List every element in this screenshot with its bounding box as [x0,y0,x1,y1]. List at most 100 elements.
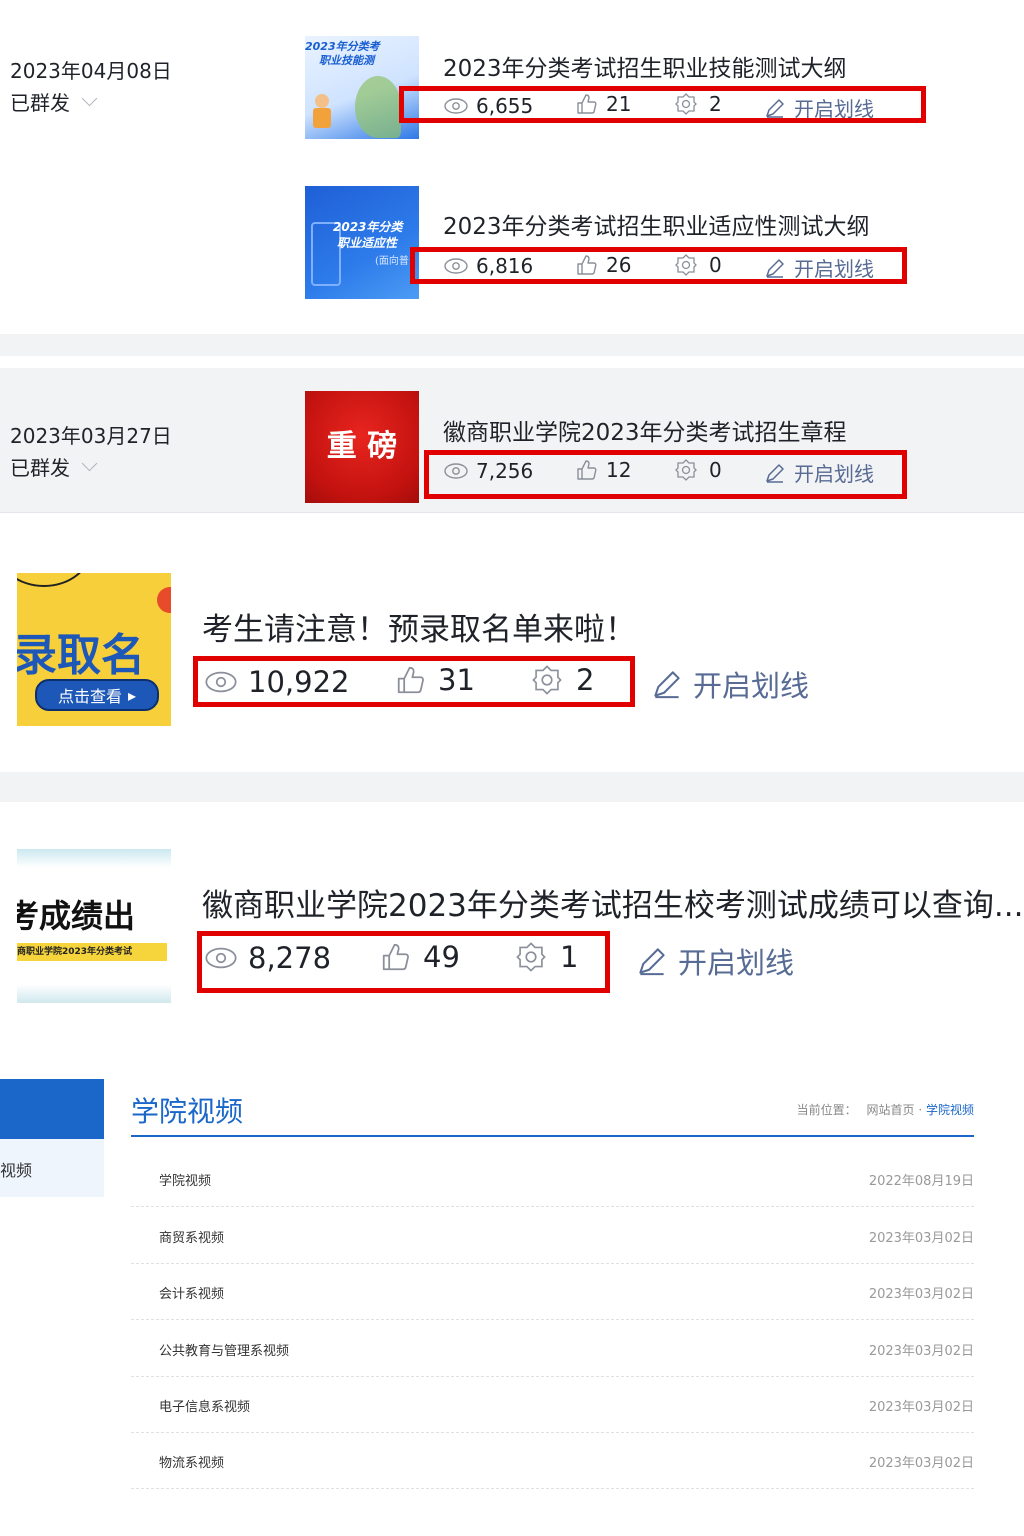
share-count-value: 0 [709,458,722,482]
eye-icon [205,671,237,693]
circle-decoration [17,573,91,587]
list-item-date: 2023年03月02日 [868,1287,974,1302]
highlight-toggle[interactable]: 开启划线 [651,663,809,705]
eye-icon [205,947,237,969]
group-date: 2023年04月08日 [10,59,172,83]
highlight-toggle-label: 开启划线 [794,257,874,281]
list-item-label[interactable]: 商贸系视频 [159,1227,224,1246]
like-count-value: 26 [606,253,632,277]
thumbnail-button: 点击查看 ▸ [35,679,159,711]
like-count-value: 49 [423,940,460,974]
breadcrumb: 当前位置： 网站首页 · 学院视频 [797,1101,974,1118]
pencil-icon [639,948,665,976]
share-gear-icon [532,665,562,695]
view-count-value: 8,278 [248,941,332,975]
article-thumbnail[interactable]: 2023年分类 职业适应性 (面向普 [305,186,419,299]
share-count-value: 0 [709,253,722,277]
article-title[interactable]: 2023年分类考试招生职业适应性测试大纲 [443,207,870,241]
list-item[interactable]: 电子信息系视频 2023年03月02日 [131,1376,974,1433]
list-item-date: 2023年03月02日 [868,1231,974,1246]
thumbnail-text: 重 磅 [326,429,398,464]
share-count[interactable]: 2 [675,92,722,116]
divider [0,512,1024,513]
list-item-label[interactable]: 会计系视频 [159,1283,224,1302]
breadcrumb-prefix: 当前位置： [796,1103,857,1117]
list-item-label[interactable]: 电子信息系视频 [159,1396,250,1415]
chevron-down-icon [81,90,98,107]
view-count-value: 6,655 [476,94,534,118]
sidebar-item-video[interactable]: 视频 [0,1157,32,1181]
list-item[interactable]: 会计系视频 2023年03月02日 [131,1263,974,1320]
chevron-down-icon [81,455,98,472]
share-count[interactable]: 0 [675,458,722,482]
share-count-value: 1 [560,940,579,974]
highlight-toggle[interactable]: 开启划线 [764,93,874,122]
thumb-up-icon [577,460,597,480]
thumb-up-icon [397,666,424,694]
sidebar-header [0,1079,104,1139]
article-title[interactable]: 2023年分类考试招生职业技能测试大纲 [443,49,847,83]
list-item-date: 2023年03月02日 [868,1344,974,1359]
share-count-value: 2 [576,663,595,697]
share-count[interactable]: 0 [675,253,722,277]
thumbnail-text: 2023年分类 [333,220,403,234]
breadcrumb-home[interactable]: 网站首页 [866,1103,914,1117]
section-separator [0,334,1024,356]
article-title[interactable]: 徽商职业学院2023年分类考试招生校考测试成绩可以查询... [202,880,1023,925]
list-item[interactable]: 物流系视频 2023年03月02日 [131,1432,974,1489]
share-count[interactable]: 1 [516,940,578,974]
highlight-toggle-label: 开启划线 [794,97,874,121]
like-count[interactable]: 12 [576,458,631,482]
article-title[interactable]: 徽商职业学院2023年分类考试招生章程 [443,413,847,447]
badge-decoration [157,587,171,613]
list-item-date: 2023年03月02日 [868,1456,974,1471]
section-title: 学院视频 [131,1095,244,1128]
article-thumbnail[interactable]: 考成绩出 商职业学院2023年分类考试 [17,849,171,1003]
article-thumbnail[interactable]: 录取名 点击查看 ▸ [17,573,171,726]
view-count: 6,816 [444,254,533,278]
article-title[interactable]: 考生请注意！预录取名单来啦！ [202,604,636,649]
like-count[interactable]: 49 [381,940,460,974]
highlight-toggle[interactable]: 开启划线 [764,253,874,282]
share-count-value: 2 [709,92,722,116]
list-item[interactable]: 学院视频 2022年08月19日 [131,1150,974,1207]
thumbnail-text: 录取名 [17,630,145,681]
like-count-value: 31 [438,663,475,697]
list-item-label[interactable]: 学院视频 [159,1170,211,1189]
group-status-label: 已群发 [10,456,70,480]
leaf-decoration [355,76,401,138]
thumbnail-text: 考成绩出 [17,897,136,935]
share-count[interactable]: 2 [532,663,594,697]
list-item-label[interactable]: 物流系视频 [159,1452,224,1471]
highlight-toggle[interactable]: 开启划线 [636,940,794,982]
view-count-value: 7,256 [476,459,534,483]
list-item[interactable]: 公共教育与管理系视频 2023年03月02日 [131,1320,974,1377]
view-count-value: 6,816 [476,254,534,278]
breadcrumb-current[interactable]: 学院视频 [926,1103,974,1117]
section-separator [0,772,1024,802]
list-item-date: 2022年08月19日 [868,1174,974,1189]
list-item-label[interactable]: 公共教育与管理系视频 [159,1340,289,1359]
like-count-value: 12 [606,458,632,482]
share-gear-icon [516,942,546,972]
thumb-up-icon [577,94,597,114]
list-item-date: 2023年03月02日 [868,1400,974,1415]
pencil-icon [766,463,784,483]
like-count[interactable]: 26 [576,253,631,277]
eye-icon [444,98,468,114]
highlight-toggle[interactable]: 开启划线 [764,458,874,487]
thumbnail-text: 点击查看 [57,687,122,706]
article-thumbnail[interactable]: 重 磅 [305,391,419,503]
group-status[interactable]: 已群发 [10,452,98,481]
list-item[interactable]: 商贸系视频 2023年03月02日 [131,1207,974,1264]
like-count[interactable]: 21 [576,92,631,116]
view-count: 10,922 [205,665,349,699]
thumbnail-text: 职业技能测 [319,54,374,67]
like-count[interactable]: 31 [396,663,475,697]
person-figure [315,94,329,108]
pencil-icon [766,98,784,118]
group-date: 2023年03月27日 [10,424,172,448]
highlight-toggle-label: 开启划线 [678,946,795,980]
view-count-value: 10,922 [248,665,350,699]
group-status[interactable]: 已群发 [10,87,98,116]
